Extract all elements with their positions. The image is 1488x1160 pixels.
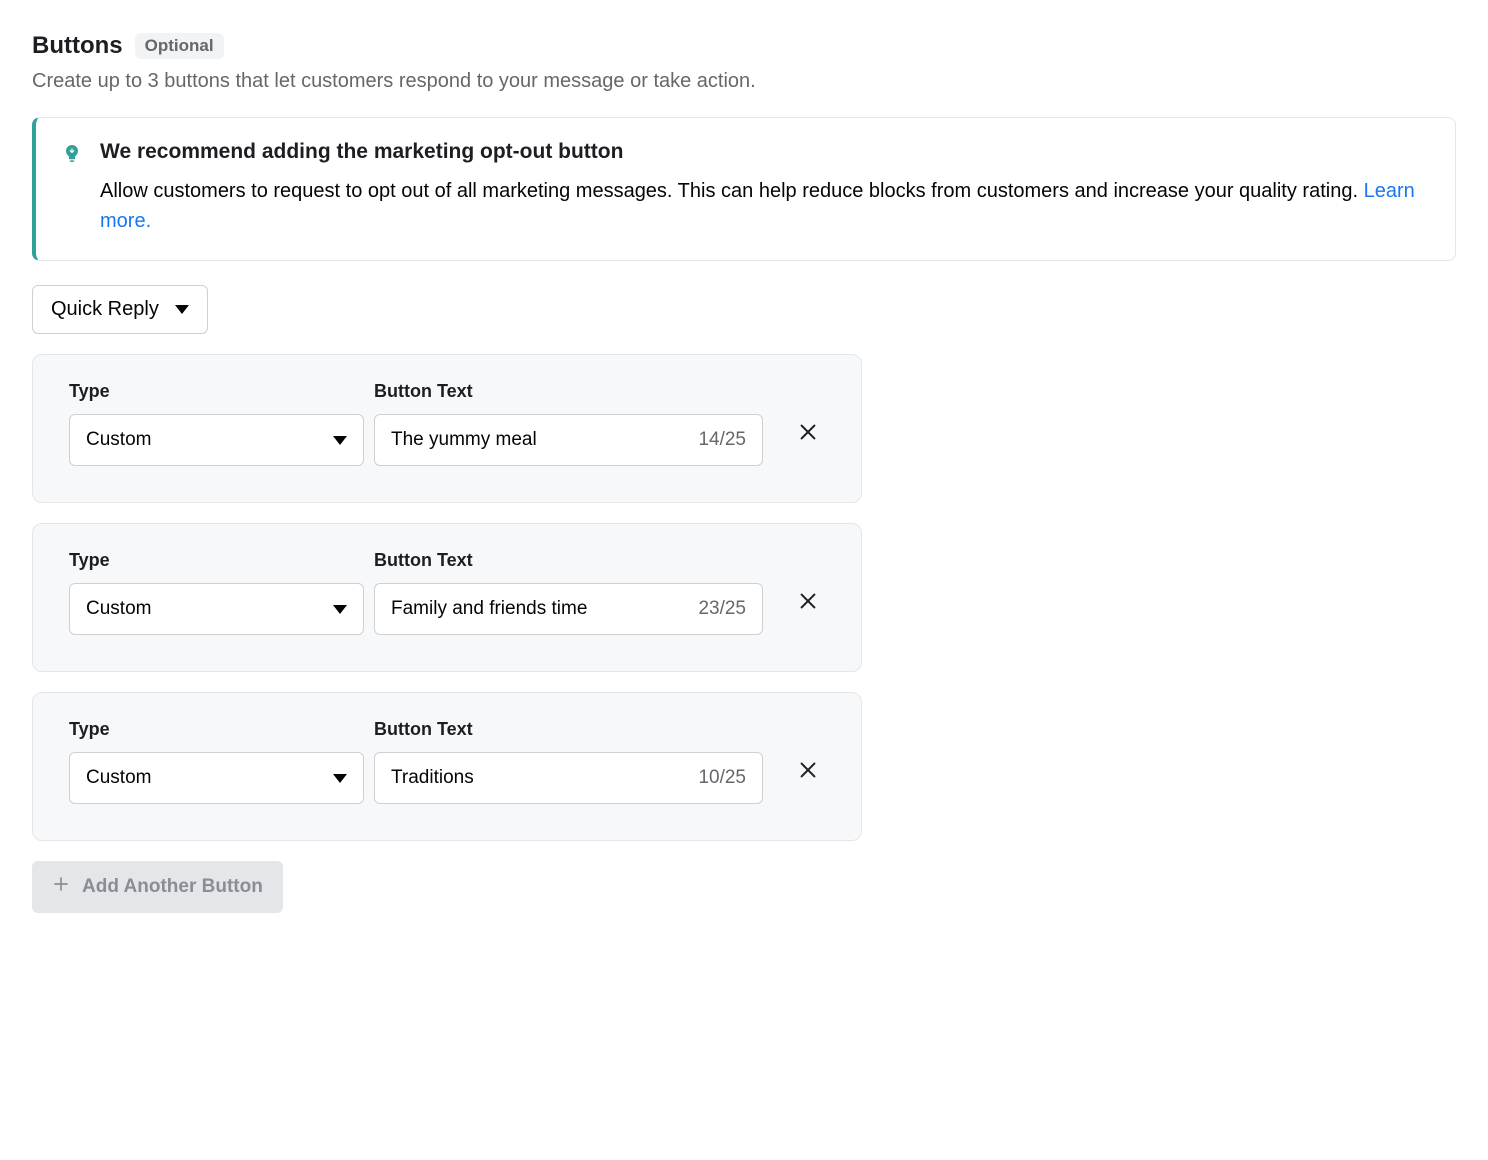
close-icon [797,421,819,446]
button-text-input[interactable] [391,415,688,465]
button-row: Type Custom Button Text 10/25 [32,692,862,841]
type-value: Custom [86,767,151,789]
tip-body-text: Allow customers to request to opt out of… [100,180,1364,202]
remove-button[interactable] [791,753,825,790]
tip-title: We recommend adding the marketing opt-ou… [100,140,1429,164]
caret-down-icon [333,605,347,614]
action-type-select[interactable]: Quick Reply [32,285,208,334]
caret-down-icon [333,774,347,783]
lightbulb-icon [62,142,82,166]
button-text-input[interactable] [391,753,688,803]
remove-button[interactable] [791,584,825,621]
button-row: Type Custom Button Text 23/25 [32,523,862,672]
type-value: Custom [86,598,151,620]
button-row: Type Custom Button Text 14/25 [32,354,862,503]
plus-icon [52,875,70,899]
type-select[interactable]: Custom [69,583,364,635]
tip-content: We recommend adding the marketing opt-ou… [100,140,1429,236]
section-title: Buttons [32,32,123,60]
type-label: Type [69,719,364,740]
button-text-label: Button Text [374,381,763,402]
optional-badge: Optional [135,33,224,59]
recommendation-tip: We recommend adding the marketing opt-ou… [32,117,1456,261]
add-button-label: Add Another Button [82,876,263,898]
char-count: 10/25 [698,767,746,789]
add-another-button[interactable]: Add Another Button [32,861,283,913]
char-count: 23/25 [698,598,746,620]
remove-button[interactable] [791,415,825,452]
tip-body: Allow customers to request to opt out of… [100,176,1429,236]
button-text-label: Button Text [374,550,763,571]
action-type-label: Quick Reply [51,298,159,321]
section-description: Create up to 3 buttons that let customer… [32,70,1456,93]
type-label: Type [69,381,364,402]
button-text-label: Button Text [374,719,763,740]
char-count: 14/25 [698,429,746,451]
close-icon [797,759,819,784]
type-value: Custom [86,429,151,451]
caret-down-icon [175,305,189,314]
type-select[interactable]: Custom [69,752,364,804]
type-select[interactable]: Custom [69,414,364,466]
section-header: Buttons Optional [32,32,1456,60]
caret-down-icon [333,436,347,445]
type-label: Type [69,550,364,571]
button-text-input[interactable] [391,584,688,634]
close-icon [797,590,819,615]
